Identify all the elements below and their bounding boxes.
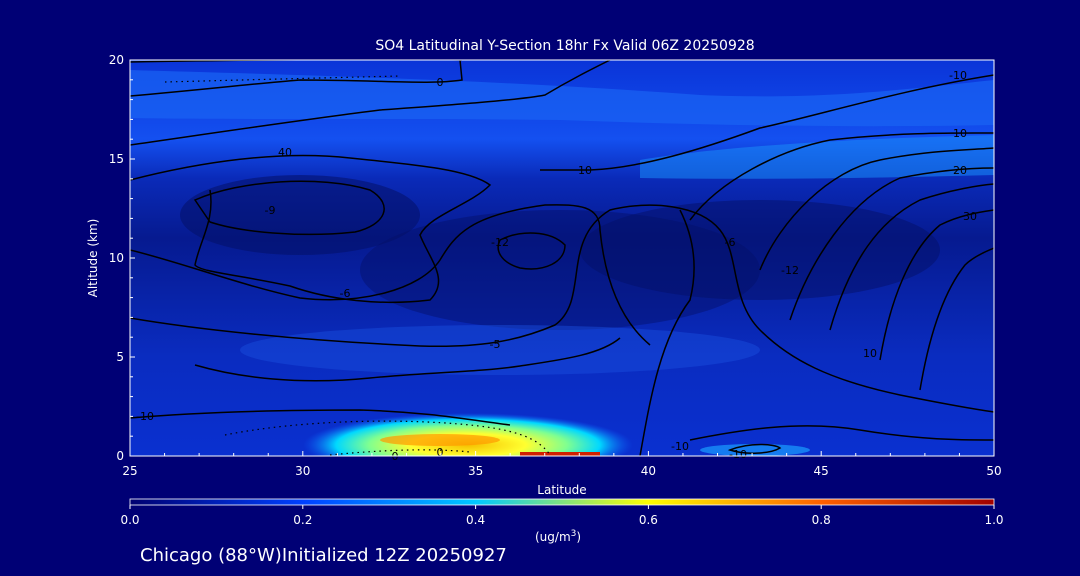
y-tick-label: 10 — [109, 251, 124, 265]
chart-figure: SO4 Latitudinal Y-Section 18hr Fx Valid … — [86, 38, 1004, 566]
contour-label: -10 — [136, 410, 154, 423]
contour-label: 10 — [863, 347, 877, 360]
surface-peak — [520, 452, 600, 456]
x-tick-label: 30 — [295, 464, 310, 478]
colorbar-unit: (ug/m3) — [535, 529, 581, 544]
contour-label: 30 — [963, 210, 977, 223]
y-tick-label: 15 — [109, 152, 124, 166]
contour-label: -12 — [781, 264, 799, 277]
y-tick-label: 20 — [109, 53, 124, 67]
footer-initialized: Initialized 12Z 20250927 — [282, 545, 507, 566]
contour-label: -6 — [725, 236, 736, 249]
contour-label: 20 — [953, 164, 967, 177]
colorbar-ramp — [129, 498, 995, 506]
contour-label: 0 — [437, 446, 444, 459]
colorbar-tick-label: 1.0 — [984, 513, 1003, 527]
colorbar-tick-label: 0.4 — [466, 513, 485, 527]
contour-label: -10 — [729, 448, 747, 461]
contour-label: 10 — [578, 164, 592, 177]
contour-label: -10 — [671, 440, 689, 453]
colorbar-unit-text: (ug/m — [535, 530, 571, 544]
contour-label: -6 — [340, 287, 351, 300]
x-tick-label: 45 — [814, 464, 829, 478]
y-tick-label: 5 — [116, 350, 124, 364]
x-axis-label: Latitude — [537, 483, 586, 497]
colorbar-tick-label: 0.0 — [120, 513, 139, 527]
contour-label: 10 — [953, 127, 967, 140]
x-tick-label: 40 — [641, 464, 656, 478]
plot-area: 0 -10 10 10 20 30 40 -9 -12 -6 -12 -6 -5 10 0 -10 -10 -10… — [129, 59, 995, 463]
x-tick-label: 35 — [468, 464, 483, 478]
contour-label: 0 — [437, 76, 444, 89]
contour-label: -9 — [265, 204, 276, 217]
x-tick-label: 50 — [986, 464, 1001, 478]
colorbar-ticks: 0.0 0.2 0.4 0.6 0.8 1.0 — [120, 505, 1004, 527]
footer-city: Chicago (88°W) — [140, 545, 282, 566]
y-axis-label: Altitude (km) — [86, 219, 100, 298]
colorbar-tick-label: 0.6 — [639, 513, 658, 527]
footer-caption: Chicago (88°W)Initialized 12Z 20250927 — [140, 545, 507, 566]
contour-label: -10 — [949, 69, 967, 82]
right-surface-patch — [700, 444, 810, 456]
contour-label: -12 — [491, 236, 509, 249]
colorbar: 0.0 0.2 0.4 0.6 0.8 1.0 (ug/m3) — [120, 498, 1004, 544]
y-tick-label: 0 — [116, 449, 124, 463]
contour-label: 40 — [278, 146, 292, 159]
colorbar-tick-label: 0.2 — [293, 513, 312, 527]
colorbar-unit-close: ) — [576, 530, 581, 544]
contour-label: -5 — [490, 338, 501, 351]
x-tick-label: 25 — [122, 464, 137, 478]
plume-core — [380, 434, 500, 446]
chart-title: SO4 Latitudinal Y-Section 18hr Fx Valid … — [375, 38, 754, 54]
dark-region-right — [580, 200, 940, 300]
colorbar-tick-label: 0.8 — [812, 513, 831, 527]
